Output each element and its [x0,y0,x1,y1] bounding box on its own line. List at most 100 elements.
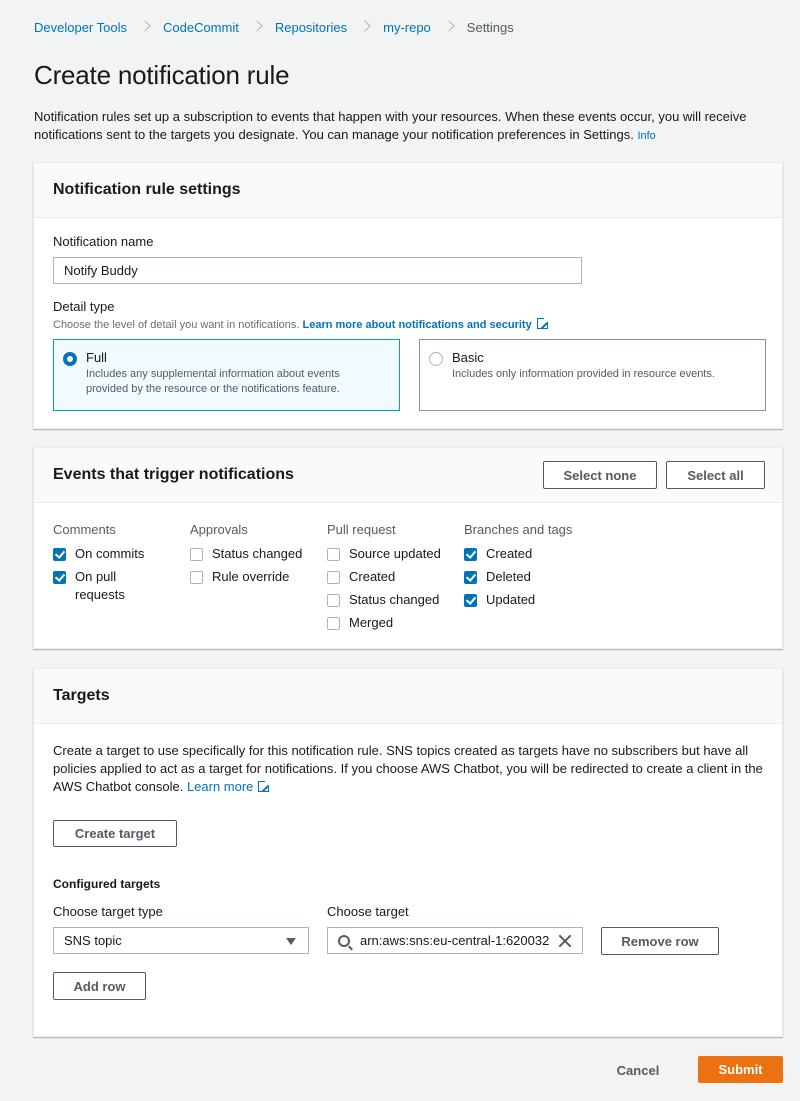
notification-name-value: Notify Buddy [64,263,138,278]
checkbox-rule-override[interactable]: Rule override [190,568,320,586]
configured-targets-label: Configured targets [53,877,161,891]
caret-down-icon [286,938,296,945]
panel-header: Notification rule settings [34,163,782,218]
target-search-input[interactable]: arn:aws:sns:eu-central-1:620032 [327,927,583,954]
select-none-button[interactable]: Select none [543,461,657,489]
radio-unselected-icon[interactable] [429,352,443,366]
event-group-approvals: Approvals Status changed Rule override [190,522,320,586]
event-group-branches-and-tags: Branches and tags Created Deleted Update… [464,522,614,609]
option-description: Includes only information provided in re… [452,368,715,380]
breadcrumb: Developer Tools CodeCommit Repositories … [34,19,514,35]
checkbox-label: Deleted [486,569,531,584]
option-title: Full [86,350,107,365]
external-link-icon [536,317,549,329]
checkbox-label: Status changed [349,592,440,607]
checkbox-label: Merged [349,615,394,630]
events-panel: Events that trigger notifications Select… [33,447,783,649]
group-title: Branches and tags [464,522,573,537]
learn-more-link[interactable]: Learn more [187,779,253,794]
event-group-pull-request: Pull request Source updated Created Stat… [327,522,457,632]
target-type-label: Choose target type [53,904,163,919]
checkbox-label: Updated [486,592,536,607]
checkbox-unchecked-icon[interactable] [190,548,203,561]
checkbox-checked-icon[interactable] [53,571,66,584]
checkbox-label: Rule override [212,569,290,584]
group-title: Approvals [190,522,248,537]
learn-more-notifications-link[interactable]: Learn more about notifications and secur… [303,319,532,331]
panel-header: Targets [34,669,782,724]
event-group-comments: Comments On commits On pull requests [53,522,173,604]
checkbox-label: Source updated [349,546,441,561]
checkbox-on-commits[interactable]: On commits [53,545,173,563]
chevron-right-icon [361,19,369,35]
notification-name-input[interactable]: Notify Buddy [53,257,582,284]
submit-button[interactable]: Submit [698,1056,783,1083]
create-target-button[interactable]: Create target [53,820,177,847]
checkbox-checked-icon[interactable] [464,594,477,607]
remove-row-button[interactable]: Remove row [601,927,719,955]
chevron-right-icon [445,19,453,35]
option-title: Basic [452,350,484,365]
detail-type-description: Choose the level of detail you want in n… [53,317,549,331]
checkbox-unchecked-icon[interactable] [327,571,340,584]
detail-type-desc-text: Choose the level of detail you want in n… [53,319,300,331]
breadcrumb-settings: Settings [466,19,514,35]
checkbox-pr-status-changed[interactable]: Status changed [327,591,457,609]
checkbox-pr-created[interactable]: Created [327,568,457,586]
breadcrumb-codecommit[interactable]: CodeCommit [163,20,239,35]
detail-type-label: Detail type [53,299,115,314]
checkbox-label: Created [486,546,533,561]
option-description: Includes any supplemental information ab… [86,368,340,395]
group-title: Comments [53,522,116,537]
targets-panel: Targets Create a target to use specifica… [33,668,783,1037]
notification-rule-settings-panel: Notification rule settings Notification … [33,162,783,429]
checkbox-unchecked-icon[interactable] [190,571,203,584]
panel-title: Targets [53,687,110,704]
checkbox-on-pull-requests[interactable]: On pull requests [53,568,173,604]
panel-header: Events that trigger notifications Select… [34,448,782,503]
external-link-icon [258,780,271,792]
checkbox-checked-icon[interactable] [53,548,66,561]
breadcrumb-my-repo[interactable]: my-repo [383,20,431,35]
target-type-value: SNS topic [64,933,122,948]
cancel-button[interactable]: Cancel [604,1056,672,1084]
panel-title: Events that trigger notifications [53,466,294,483]
checkbox-label: On pull requests [75,569,125,602]
page-title: Create notification rule [34,60,290,90]
detail-type-full-option[interactable]: Full Includes any supplemental informati… [53,339,400,411]
chevron-right-icon [141,19,149,35]
group-title: Pull request [327,522,396,537]
target-value: arn:aws:sns:eu-central-1:620032 [360,933,550,948]
target-label: Choose target [327,904,409,919]
target-type-select[interactable]: SNS topic [53,927,309,954]
info-link[interactable]: Info [637,130,655,142]
targets-description: Create a target to use specifically for … [53,742,768,796]
search-icon [338,934,350,947]
checkbox-branch-created[interactable]: Created [464,545,614,563]
checkbox-approval-status-changed[interactable]: Status changed [190,545,320,563]
checkbox-unchecked-icon[interactable] [327,594,340,607]
breadcrumb-repositories[interactable]: Repositories [275,20,347,35]
panel-title: Notification rule settings [53,181,241,198]
radio-selected-icon[interactable] [63,352,77,366]
checkbox-merged[interactable]: Merged [327,614,457,632]
checkbox-branch-updated[interactable]: Updated [464,591,614,609]
notification-name-label: Notification name [53,234,154,249]
checkbox-checked-icon[interactable] [464,548,477,561]
checkbox-branch-deleted[interactable]: Deleted [464,568,614,586]
clear-icon[interactable] [558,934,572,948]
intro-text: Notification rules set up a subscription… [34,108,774,145]
chevron-right-icon [253,19,261,35]
checkbox-unchecked-icon[interactable] [327,548,340,561]
checkbox-label: Created [349,569,396,584]
checkbox-label: Status changed [212,546,303,561]
breadcrumb-developer-tools[interactable]: Developer Tools [34,20,127,35]
checkbox-unchecked-icon[interactable] [327,617,340,630]
checkbox-checked-icon[interactable] [464,571,477,584]
detail-type-basic-option[interactable]: Basic Includes only information provided… [419,339,766,411]
select-all-button[interactable]: Select all [666,461,765,489]
targets-desc-text: Create a target to use specifically for … [53,743,763,794]
checkbox-source-updated[interactable]: Source updated [327,545,457,563]
add-row-button[interactable]: Add row [53,972,146,1000]
checkbox-label: On commits [75,546,145,561]
